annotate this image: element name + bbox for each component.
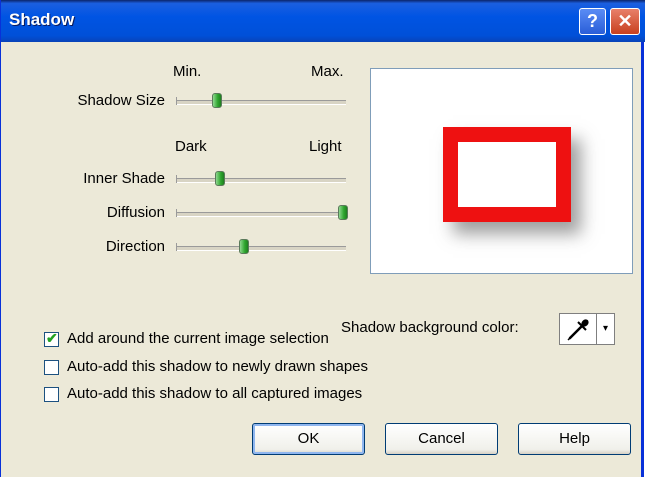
background-color-label: Shadow background color: <box>341 319 519 336</box>
shade-light-label: Light <box>309 138 342 155</box>
ok-button[interactable]: OK <box>252 423 365 455</box>
help-button[interactable]: Help <box>518 423 631 455</box>
inner-shade-slider[interactable] <box>176 171 346 186</box>
title-bar[interactable]: Shadow ? ✕ <box>1 0 645 42</box>
eyedropper-icon <box>567 319 589 341</box>
shadow-size-slider[interactable] <box>176 93 346 108</box>
direction-slider[interactable] <box>176 239 346 254</box>
preview-rectangle <box>443 127 571 222</box>
help-title-button[interactable]: ? <box>579 8 606 35</box>
eyedropper-button[interactable] <box>559 313 597 345</box>
close-button[interactable]: ✕ <box>610 8 640 35</box>
diffusion-label: Diffusion <box>106 204 165 221</box>
size-max-label: Max. <box>311 63 344 80</box>
auto-add-captured-label[interactable]: Auto-add this shadow to all captured ima… <box>67 385 362 402</box>
shadow-size-label: Shadow Size <box>77 92 165 109</box>
auto-add-shapes-label[interactable]: Auto-add this shadow to newly drawn shap… <box>67 358 368 375</box>
background-color-picker[interactable]: ▾ <box>559 313 615 345</box>
add-around-selection-checkbox[interactable]: ✔ <box>44 330 59 347</box>
auto-add-captured-checkbox[interactable]: ✔ <box>44 387 59 402</box>
cancel-button[interactable]: Cancel <box>385 423 498 455</box>
window-title: Shadow <box>9 10 75 29</box>
direction-thumb[interactable] <box>239 239 249 254</box>
color-dropdown-arrow[interactable]: ▾ <box>597 313 615 345</box>
checkmark-icon: ✔ <box>46 330 58 346</box>
inner-shade-label: Inner Shade <box>83 170 165 187</box>
shadow-preview <box>370 68 633 274</box>
shade-dark-label: Dark <box>175 138 207 155</box>
diffusion-thumb[interactable] <box>337 205 348 220</box>
add-around-selection-label[interactable]: Add around the current image selection <box>67 330 329 347</box>
direction-label: Direction <box>105 238 165 255</box>
shadow-dialog: Shadow ? ✕ Min. Max. Shadow Size Dark Li… <box>0 0 645 477</box>
auto-add-shapes-checkbox[interactable]: ✔ <box>44 360 59 375</box>
shadow-size-thumb[interactable] <box>211 93 222 108</box>
size-min-label: Min. <box>173 63 202 80</box>
inner-shade-thumb[interactable] <box>215 171 226 186</box>
diffusion-slider[interactable] <box>176 205 348 220</box>
